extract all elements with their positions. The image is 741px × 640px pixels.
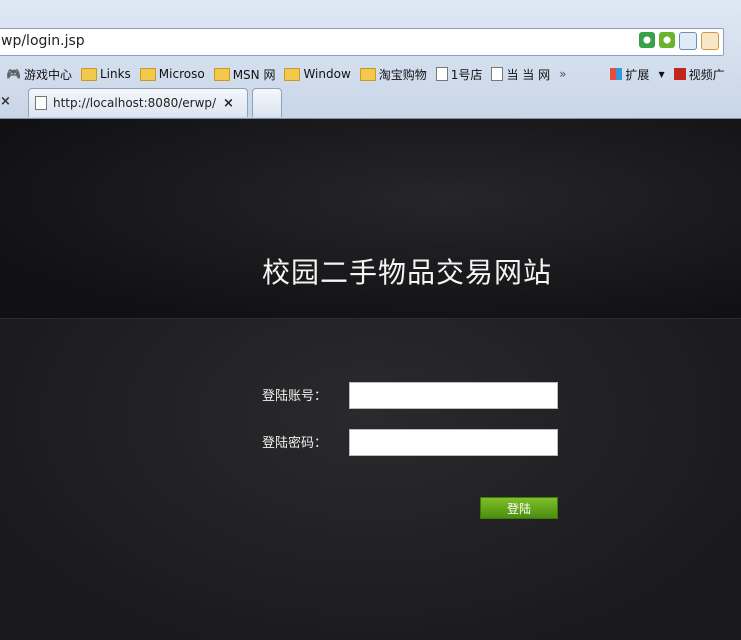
back-forward-icon[interactable] bbox=[679, 32, 697, 50]
browser-chrome: wp/login.jsp 🎮 游戏中心 Links Microso MSN 网 … bbox=[0, 0, 741, 119]
bookmark-label: Window bbox=[303, 67, 351, 81]
password-input[interactable] bbox=[349, 429, 558, 456]
page-icon bbox=[491, 67, 504, 81]
page-icon bbox=[35, 96, 47, 110]
password-label: 登陆密码： bbox=[262, 436, 328, 451]
bookmark-label: 淘宝购物 bbox=[378, 67, 427, 82]
extensions-button[interactable]: 扩展 ▼ bbox=[610, 66, 665, 83]
tab-label: http://localhost:8080/erwp/lc bbox=[53, 96, 217, 110]
bookmarks-bar: 🎮 游戏中心 Links Microso MSN 网 Window 淘宝购物 1… bbox=[0, 62, 741, 86]
bookmark-label: 1号店 bbox=[450, 67, 483, 82]
folder-icon bbox=[80, 67, 97, 81]
folder-icon bbox=[139, 67, 156, 81]
extensions-label: 扩展 bbox=[625, 67, 650, 82]
bookmark-label: 游戏中心 bbox=[23, 67, 72, 82]
close-icon[interactable]: × bbox=[0, 94, 11, 109]
bookmark-item[interactable]: 当 当 网 bbox=[491, 66, 550, 83]
bookmark-item[interactable]: Microso bbox=[139, 67, 205, 81]
bookmark-item[interactable]: 🎮 游戏中心 bbox=[6, 66, 72, 83]
bookmark-item[interactable]: Links bbox=[80, 67, 131, 81]
page-icon bbox=[435, 67, 448, 81]
extensions-icon bbox=[610, 68, 623, 80]
tab-active[interactable]: http://localhost:8080/erwp/lc × bbox=[28, 88, 248, 117]
bookmark-item[interactable]: Window bbox=[284, 67, 351, 81]
bookmark-label: MSN 网 bbox=[232, 67, 276, 82]
video-label: 视频广 bbox=[688, 67, 725, 82]
address-bar[interactable]: wp/login.jsp bbox=[0, 28, 724, 56]
site-header: 校园二手物品交易网站 bbox=[0, 119, 741, 319]
video-button[interactable]: 视频广 bbox=[673, 66, 725, 83]
chevron-down-icon[interactable] bbox=[701, 32, 719, 50]
address-bar-icons bbox=[639, 32, 719, 50]
page-content: 校园二手物品交易网站 登陆账号： 登陆密码： 登陆 bbox=[0, 119, 741, 640]
tab-bar: × http://localhost:8080/erwp/lc × bbox=[0, 88, 741, 118]
bookmark-label: Microso bbox=[158, 67, 205, 81]
login-button[interactable]: 登陆 bbox=[480, 497, 558, 519]
ie-compat-icon[interactable] bbox=[659, 32, 675, 48]
folder-icon bbox=[213, 67, 230, 81]
page-title: 校园二手物品交易网站 bbox=[262, 256, 553, 289]
url-text[interactable]: wp/login.jsp bbox=[1, 33, 85, 49]
gamepad-icon: 🎮 bbox=[6, 67, 21, 81]
video-icon bbox=[673, 68, 686, 80]
bookmarks-overflow-button[interactable]: » bbox=[559, 67, 566, 81]
refresh-icon[interactable] bbox=[639, 32, 655, 48]
bookmark-item[interactable]: 淘宝购物 bbox=[359, 66, 427, 83]
account-label: 登陆账号： bbox=[262, 389, 328, 404]
bookmark-label: Links bbox=[99, 67, 131, 81]
account-input[interactable] bbox=[349, 382, 558, 409]
bookmark-item[interactable]: MSN 网 bbox=[213, 66, 276, 83]
new-tab-button[interactable] bbox=[252, 88, 282, 117]
chevron-down-icon: ▼ bbox=[658, 69, 665, 79]
folder-icon bbox=[284, 67, 301, 81]
bookmark-item[interactable]: 1号店 bbox=[435, 66, 483, 83]
login-form: 登陆账号： 登陆密码： 登陆 bbox=[0, 319, 741, 640]
close-icon[interactable]: × bbox=[223, 96, 234, 111]
bookmark-label: 当 当 网 bbox=[506, 67, 551, 82]
folder-icon bbox=[359, 67, 376, 81]
